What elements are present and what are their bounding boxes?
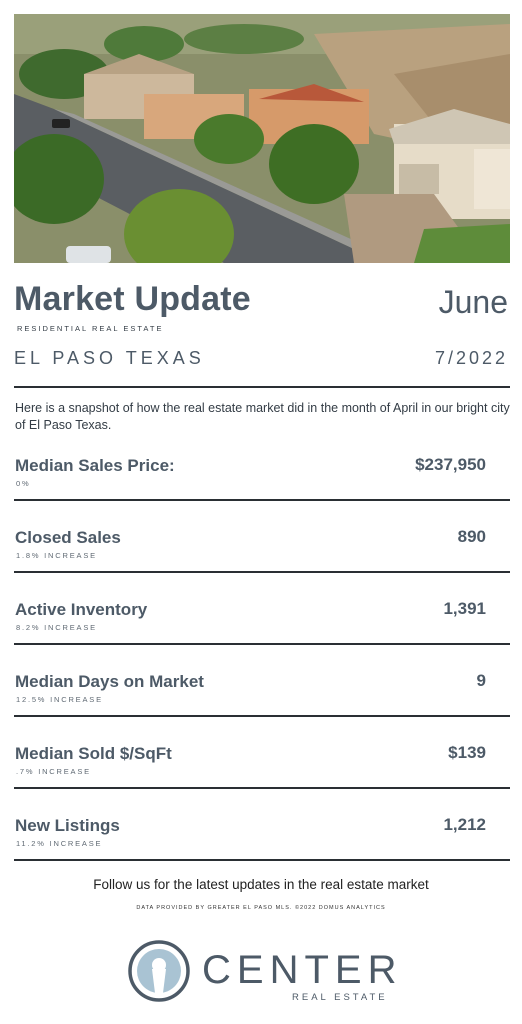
divider [14,715,510,717]
divider [14,787,510,789]
stat-value: 1,212 [443,815,486,834]
data-credit: DATA PROVIDED BY GREATER EL PASO MLS. ©2… [136,905,386,911]
stat-label: Closed Sales [15,528,121,547]
city-name: EL PASO TEXAS [14,348,205,368]
stat-value: 9 [476,671,486,690]
stat-label: Median Sold $/SqFt [15,744,172,763]
stat-value: $139 [448,743,486,762]
neighborhood-aerial-photo [14,14,510,263]
intro-text: Here is a snapshot of how the real estat… [15,401,510,432]
divider [14,386,510,388]
stat-value: 890 [457,527,486,546]
divider [14,859,510,861]
report-month: June [438,284,508,320]
stat-change: .7% INCREASE [16,767,91,776]
logo-subtitle: REAL ESTATE [292,992,388,1003]
stat-label: Active Inventory [15,600,148,619]
stat-change: 12.5% INCREASE [16,695,103,704]
stat-value: 1,391 [443,599,486,618]
stat-label: Median Sales Price: [15,456,175,475]
subtitle: RESIDENTIAL REAL ESTATE [17,324,164,333]
stat-label: Median Days on Market [15,672,204,691]
divider [14,571,510,573]
divider [14,499,510,501]
stat-change: 0% [16,479,31,488]
logo-wordmark: CENTER [202,948,403,992]
stat-value: $237,950 [415,455,486,474]
page-title: Market Update [14,280,251,318]
divider [14,643,510,645]
report-date: 7/2022 [434,348,508,368]
follow-text: Follow us for the latest updates in the … [93,877,429,892]
stat-label: New Listings [15,816,120,835]
stat-change: 1.8% INCREASE [16,551,97,560]
center-logo-icon [128,940,190,1002]
stat-change: 8.2% INCREASE [16,623,97,632]
stat-change: 11.2% INCREASE [16,839,103,848]
